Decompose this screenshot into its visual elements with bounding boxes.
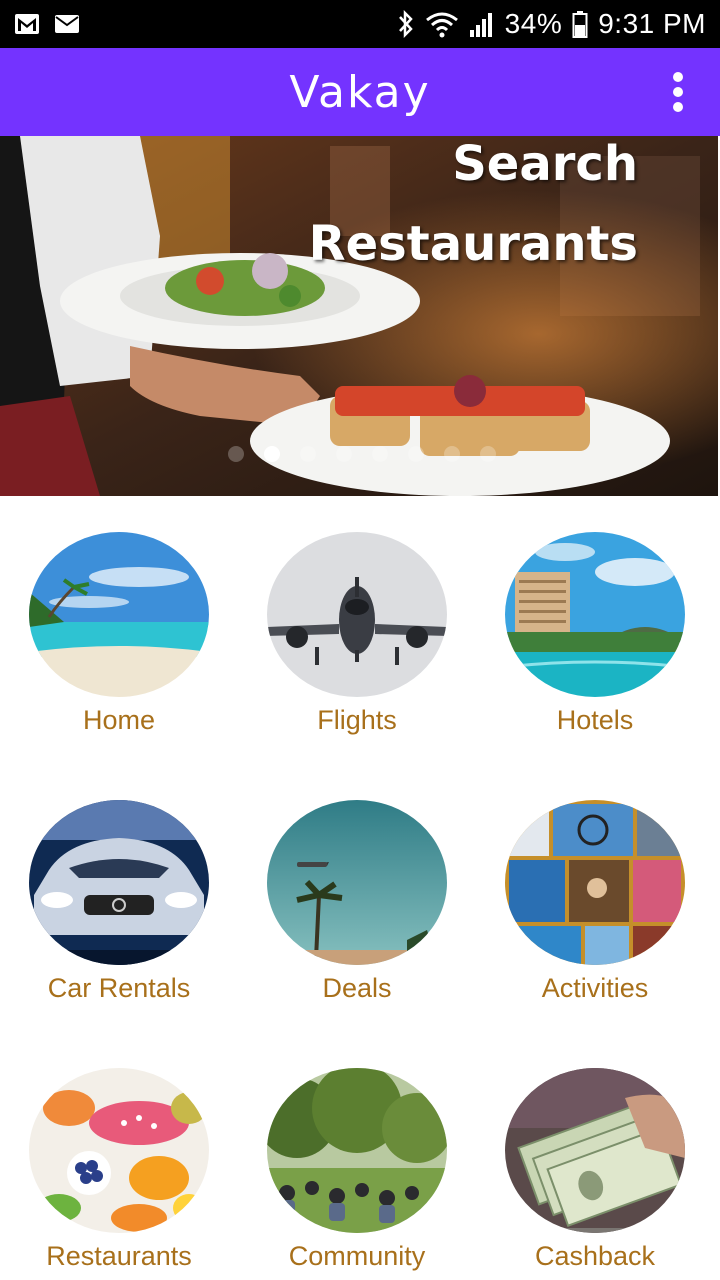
wifi-icon xyxy=(425,10,459,38)
money-image xyxy=(505,1068,685,1233)
more-vert-icon[interactable] xyxy=(658,68,698,116)
carousel-dot[interactable] xyxy=(480,446,496,462)
category-label: Flights xyxy=(317,705,397,735)
category-label: Car Rentals xyxy=(47,973,191,1003)
category-restaurants[interactable]: Restaurants xyxy=(0,1032,238,1272)
mail-icon xyxy=(54,13,80,35)
carousel-indicator xyxy=(228,446,496,462)
activities-collage-image xyxy=(505,800,685,965)
battery-percent: 34% xyxy=(504,8,563,39)
hotel-image xyxy=(505,532,685,697)
bluetooth-icon xyxy=(397,10,415,38)
app-title: Vakay xyxy=(289,66,431,118)
carousel-dot[interactable] xyxy=(300,446,316,462)
carousel-dot[interactable] xyxy=(264,446,280,462)
app-bar: Vakay xyxy=(0,48,720,136)
category-label: Community xyxy=(288,1241,426,1271)
category-label: Restaurants xyxy=(46,1241,192,1271)
carousel-dot[interactable] xyxy=(444,446,460,462)
fruit-bowl-image xyxy=(29,1068,209,1233)
category-grid: Home Flights Hotels Car Rentals Deals Ac… xyxy=(0,496,720,1280)
carousel-dot[interactable] xyxy=(228,446,244,462)
category-label: Cashback xyxy=(534,1241,656,1271)
category-hotels[interactable]: Hotels xyxy=(476,496,714,736)
gmail-icon xyxy=(14,13,40,35)
signal-icon xyxy=(469,10,495,38)
palm-plane-image xyxy=(267,800,447,965)
carousel-dot[interactable] xyxy=(336,446,352,462)
carousel-dot[interactable] xyxy=(372,446,388,462)
category-cashback[interactable]: Cashback xyxy=(476,1032,714,1272)
airplane-image xyxy=(267,532,447,697)
category-label: Home xyxy=(82,705,156,735)
category-flights[interactable]: Flights xyxy=(238,496,476,736)
category-community[interactable]: Community xyxy=(238,1032,476,1272)
banner-title-line2: Restaurants xyxy=(308,216,638,272)
carousel-dot[interactable] xyxy=(408,446,424,462)
battery-icon xyxy=(572,10,588,38)
banner-title-line1: Search xyxy=(452,136,638,192)
category-label: Activities xyxy=(541,973,649,1003)
category-deals[interactable]: Deals xyxy=(238,764,476,1004)
category-activities[interactable]: Activities xyxy=(476,764,714,1004)
category-home[interactable]: Home xyxy=(0,496,238,736)
status-bar: 34% 9:31 PM xyxy=(0,0,720,48)
banner-carousel[interactable]: Search Restaurants xyxy=(0,136,718,496)
category-car-rentals[interactable]: Car Rentals xyxy=(0,764,238,1004)
category-label: Hotels xyxy=(556,705,634,735)
car-image xyxy=(29,800,209,965)
app-screen: 34% 9:31 PM Vakay Search Restaurants Hom… xyxy=(0,0,720,1280)
clock: 9:31 PM xyxy=(598,8,706,39)
park-crowd-image xyxy=(267,1068,447,1233)
category-label: Deals xyxy=(322,973,392,1003)
beach-image xyxy=(29,532,209,697)
